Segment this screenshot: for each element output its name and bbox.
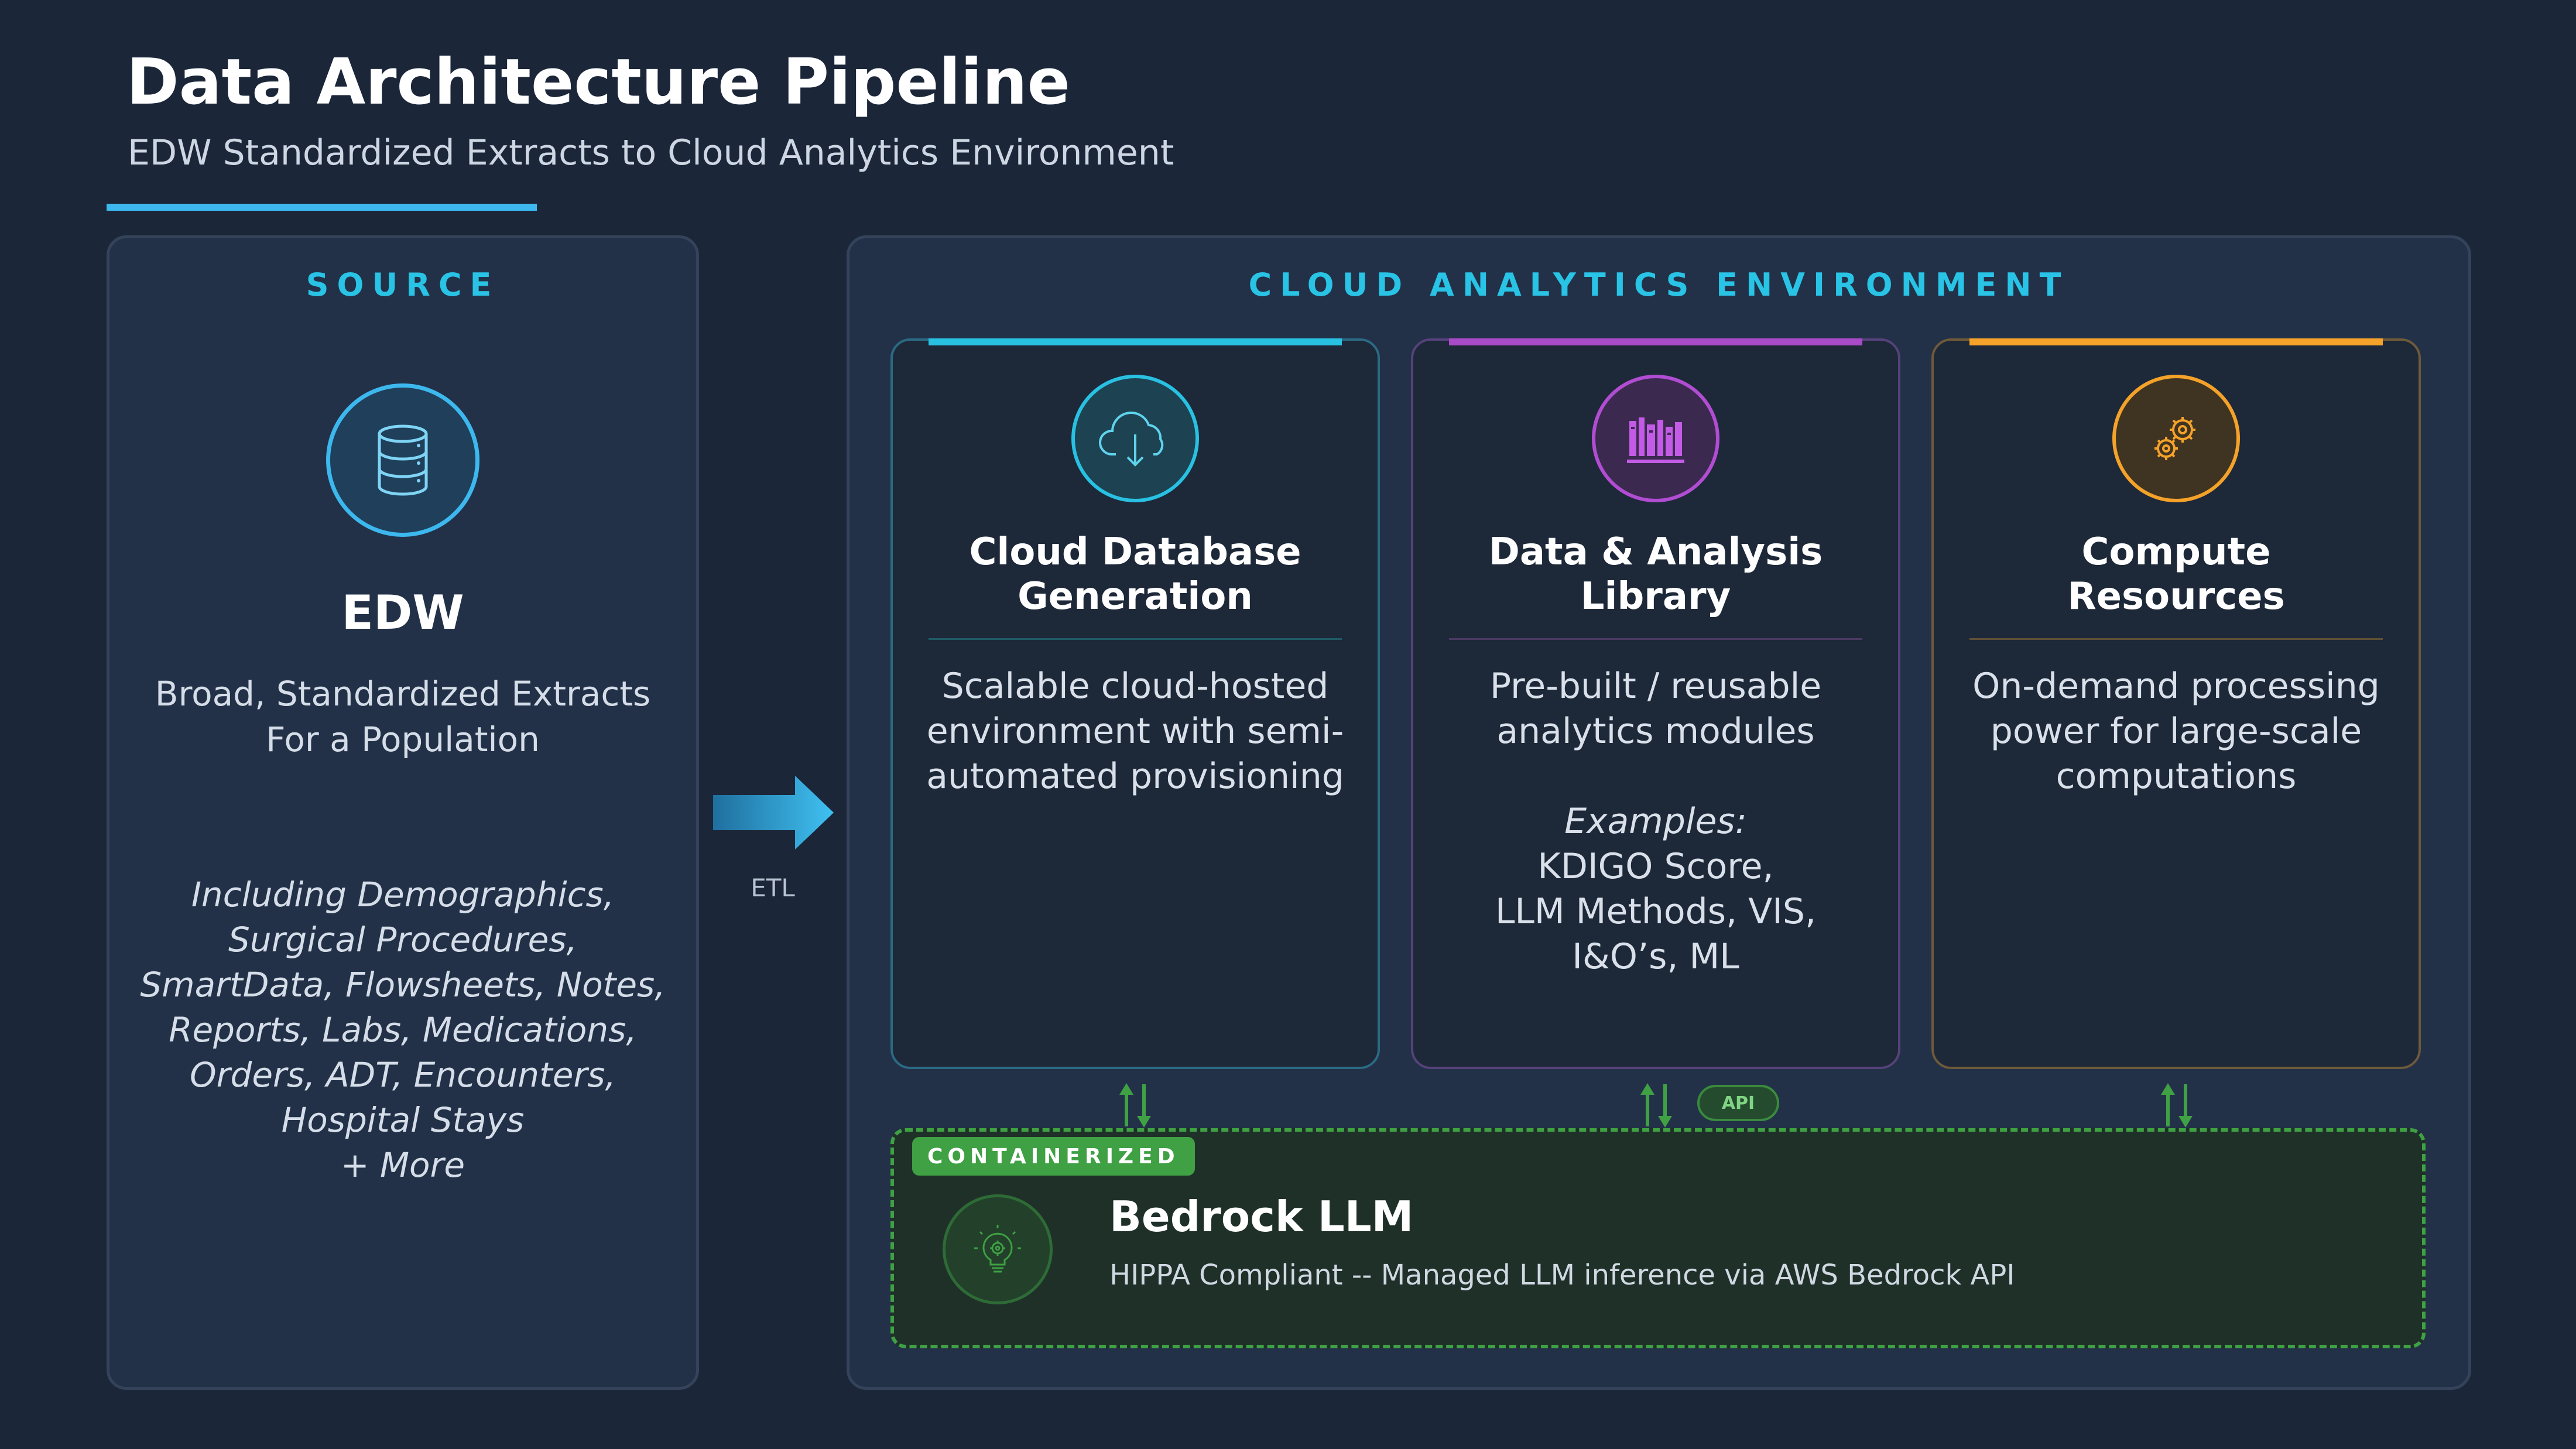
bedrock-llm-description: HIPPA Compliant -- Managed LLM inference… (1109, 1259, 2015, 1292)
etl-label: ETL (751, 873, 795, 902)
page-subtitle: EDW Standardized Extracts to Cloud Analy… (128, 132, 1174, 173)
edw-includes-line: Orders, ADT, Encounters, (190, 1055, 616, 1095)
edw-includes-line: Including Demographics, (191, 875, 615, 914)
cloud-database-title: Cloud Database Generation (890, 530, 1380, 619)
bidirectional-arrow-icon (2161, 1083, 2193, 1128)
card-title-line: Compute (2081, 530, 2271, 574)
card-description-line: Pre-built / reusable (1489, 666, 1822, 707)
card-description-line: environment with semi- (926, 711, 1344, 752)
library-books-icon (1592, 375, 1719, 502)
edw-includes-list: Including Demographics, Surgical Procedu… (107, 872, 699, 1188)
examples-line: LLM Methods, VIS, (1495, 891, 1817, 932)
edw-includes-line: SmartData, Flowsheets, Notes, (140, 965, 666, 1005)
card-title-line: Generation (1018, 575, 1253, 618)
card-accent-bar (1969, 338, 2383, 345)
edw-includes-line: Hospital Stays (281, 1100, 525, 1140)
card-description-line: Scalable cloud-hosted (941, 666, 1329, 707)
edw-includes-line: + More (340, 1145, 465, 1185)
edw-title: EDW (341, 585, 464, 640)
card-description-line: automated provisioning (926, 756, 1344, 797)
card-description-line: On-demand processing (1972, 666, 2380, 707)
examples-line: I&O’s, ML (1572, 936, 1739, 977)
card-accent-bar (1449, 338, 1862, 345)
lightbulb-gear-icon (943, 1194, 1053, 1304)
edw-description: Broad, Standardized Extracts For a Popul… (107, 671, 699, 762)
analysis-library-description: Pre-built / reusable analytics modules (1411, 664, 1900, 754)
analysis-library-examples: Examples: KDIGO Score, LLM Methods, VIS,… (1411, 799, 1900, 979)
api-badge: API (1697, 1085, 1779, 1121)
bidirectional-arrow-icon (1640, 1083, 1672, 1128)
compute-resources-description: On-demand processing power for large-sca… (1931, 664, 2421, 799)
database-icon (326, 383, 479, 537)
compute-resources-title: Compute Resources (1931, 530, 2421, 619)
bedrock-llm-title: Bedrock LLM (1109, 1192, 1414, 1241)
cloud-download-icon (1071, 375, 1199, 502)
card-title-line: Data & Analysis (1488, 530, 1823, 574)
edw-description-line: Broad, Standardized Extracts (155, 674, 651, 714)
gears-icon (2112, 375, 2240, 502)
cloud-section-label: CLOUD ANALYTICS ENVIRONMENT (1248, 266, 2070, 303)
page-title: Data Architecture Pipeline (126, 46, 1070, 119)
edw-includes-line: Reports, Labs, Medications, (169, 1010, 637, 1050)
edw-includes-line: Surgical Procedures, (228, 920, 577, 960)
cloud-database-description: Scalable cloud-hosted environment with s… (890, 664, 1380, 799)
examples-label: Examples: (1564, 801, 1747, 842)
card-accent-bar (929, 338, 1342, 345)
card-description-line: computations (2056, 756, 2297, 797)
card-divider (929, 638, 1342, 640)
card-divider (1969, 638, 2383, 640)
card-description-line: power for large-scale (1990, 711, 2362, 752)
etl-arrow-icon (713, 776, 834, 849)
examples-line: KDIGO Score, (1537, 846, 1774, 887)
card-title-line: Cloud Database (969, 530, 1301, 574)
card-title-line: Library (1580, 575, 1731, 618)
card-description-line: analytics modules (1496, 711, 1815, 752)
bidirectional-arrow-icon (1119, 1083, 1151, 1128)
card-divider (1449, 638, 1862, 640)
title-underline (107, 204, 537, 211)
source-section-label: SOURCE (306, 266, 500, 303)
containerized-badge: CONTAINERIZED (912, 1137, 1195, 1176)
edw-description-line: For a Population (266, 720, 540, 759)
card-title-line: Resources (2067, 575, 2285, 618)
analysis-library-title: Data & Analysis Library (1411, 530, 1900, 619)
